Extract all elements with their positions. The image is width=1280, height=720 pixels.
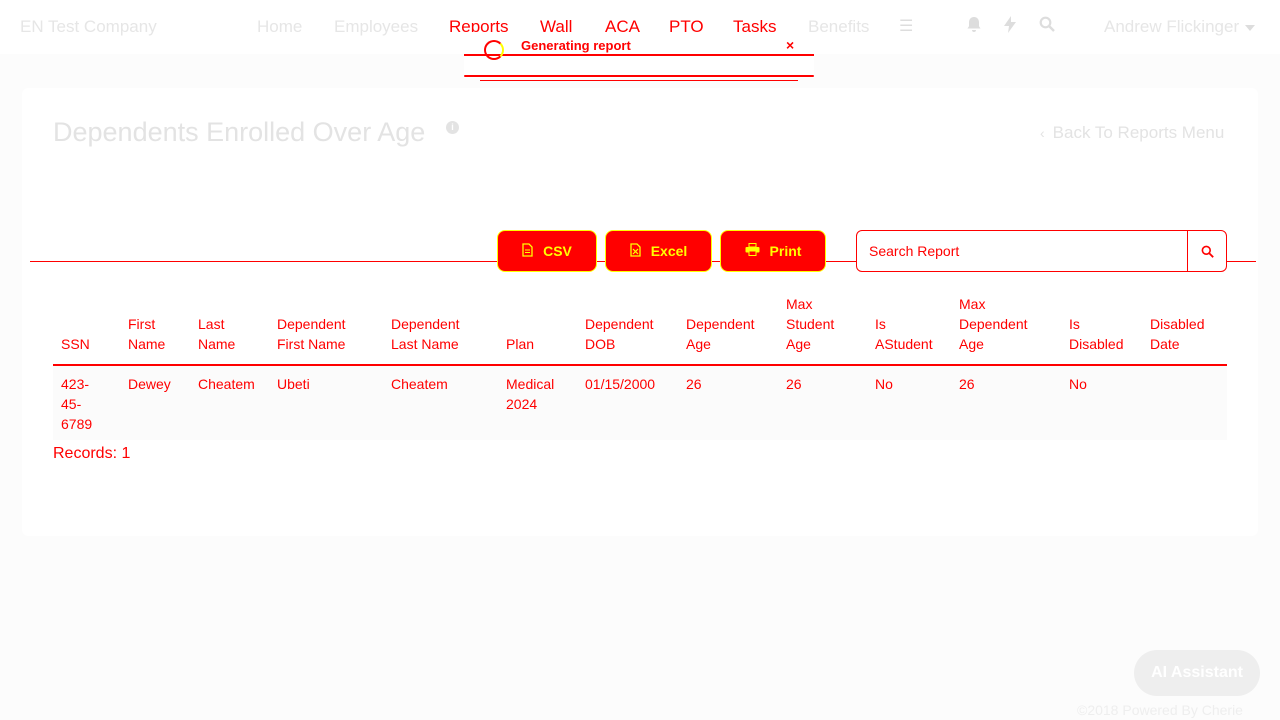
col-dependent-dob[interactable]: Dependent DOB bbox=[577, 290, 678, 366]
back-to-reports-link[interactable]: ‹ Back To Reports Menu bbox=[1040, 123, 1224, 143]
printer-icon bbox=[745, 243, 760, 259]
lightning-icon[interactable] bbox=[1003, 16, 1017, 38]
cell-max-student-age: 26 bbox=[778, 365, 867, 440]
generating-report-toast: Generating report × bbox=[464, 32, 814, 81]
col-last-name[interactable]: Last Name bbox=[190, 290, 269, 366]
toast-divider bbox=[464, 54, 814, 56]
bell-icon[interactable] bbox=[966, 16, 982, 38]
cell-is-disabled: No bbox=[1061, 365, 1142, 440]
chevron-down-icon bbox=[1245, 24, 1256, 31]
close-icon[interactable]: × bbox=[786, 37, 794, 53]
report-card: Dependents Enrolled Over Age i ‹ Back To … bbox=[22, 88, 1258, 536]
cell-dependent-last-name: Cheatem bbox=[383, 365, 498, 440]
footer-powered-by: ©2018 Powered By Cherie bbox=[1077, 702, 1243, 718]
nav-home[interactable]: Home bbox=[257, 17, 302, 37]
report-table: SSN First Name Last Name Dependent First Na… bbox=[53, 290, 1227, 440]
info-icon[interactable]: i bbox=[446, 121, 459, 134]
cell-max-dependent-age: 26 bbox=[951, 365, 1061, 440]
cell-first-name: Dewey bbox=[120, 365, 190, 440]
cell-ssn: 423- 45- 6789 bbox=[53, 365, 120, 440]
user-menu[interactable]: Andrew Flickinger bbox=[1104, 17, 1256, 37]
cell-dependent-dob: 01/15/2000 bbox=[577, 365, 678, 440]
cell-disabled-date bbox=[1142, 365, 1227, 440]
col-ssn[interactable]: SSN bbox=[53, 290, 120, 366]
records-count: Records: 1 bbox=[53, 445, 131, 462]
toast-progress-bar bbox=[464, 75, 814, 77]
ai-assistant-button[interactable]: AI Assistant bbox=[1134, 650, 1260, 696]
company-name[interactable]: EN Test Company bbox=[20, 17, 157, 37]
table-header-row: SSN First Name Last Name Dependent First Na… bbox=[53, 290, 1227, 366]
search-icon[interactable] bbox=[1039, 16, 1055, 37]
csv-button[interactable]: CSV bbox=[497, 230, 597, 272]
spinner-icon bbox=[484, 40, 504, 60]
col-dependent-last-name[interactable]: Dependent Last Name bbox=[383, 290, 498, 366]
search-report-button[interactable] bbox=[1187, 231, 1227, 271]
col-disabled-date[interactable]: Disabled Date bbox=[1142, 290, 1227, 366]
col-max-student-age[interactable]: Max Student Age bbox=[778, 290, 867, 366]
cell-is-student: No bbox=[867, 365, 951, 440]
search-report-box bbox=[856, 230, 1227, 272]
col-dependent-age[interactable]: Dependent Age bbox=[678, 290, 778, 366]
col-dependent-first-name[interactable]: Dependent First Name bbox=[269, 290, 383, 366]
cell-plan: Medical 2024 bbox=[498, 365, 577, 440]
cell-dependent-first-name: Ubeti bbox=[269, 365, 383, 440]
print-button[interactable]: Print bbox=[720, 230, 826, 272]
print-label: Print bbox=[769, 243, 802, 259]
col-first-name[interactable]: First Name bbox=[120, 290, 190, 366]
nav-employees[interactable]: Employees bbox=[334, 17, 418, 37]
excel-button[interactable]: Excel bbox=[605, 230, 712, 272]
toast-title: Generating report bbox=[521, 38, 631, 53]
col-is-disabled[interactable]: Is Disabled bbox=[1061, 290, 1142, 366]
cell-dependent-age: 26 bbox=[678, 365, 778, 440]
csv-label: CSV bbox=[543, 243, 572, 259]
file-csv-icon bbox=[522, 242, 533, 260]
search-report-input[interactable] bbox=[857, 231, 1187, 271]
cell-last-name: Cheatem bbox=[190, 365, 269, 440]
col-max-dependent-age[interactable]: Max Dependent Age bbox=[951, 290, 1061, 366]
back-link-label: Back To Reports Menu bbox=[1052, 123, 1225, 142]
col-is-student[interactable]: Is AStudent bbox=[867, 290, 951, 366]
table-row: 423- 45- 6789 Dewey Cheatem Ubeti Cheatem … bbox=[53, 365, 1227, 440]
toast-shadow-line bbox=[480, 80, 798, 81]
user-name: Andrew Flickinger bbox=[1104, 17, 1240, 36]
chevron-left-icon: ‹ bbox=[1040, 125, 1045, 141]
menu-icon[interactable]: ☰ bbox=[899, 16, 913, 36]
page-title: Dependents Enrolled Over Age bbox=[53, 117, 426, 147]
excel-label: Excel bbox=[650, 243, 688, 259]
search-icon bbox=[1201, 245, 1214, 258]
file-excel-icon bbox=[630, 242, 641, 260]
col-plan[interactable]: Plan bbox=[498, 290, 577, 366]
nav-benefits[interactable]: Benefits bbox=[808, 17, 869, 37]
